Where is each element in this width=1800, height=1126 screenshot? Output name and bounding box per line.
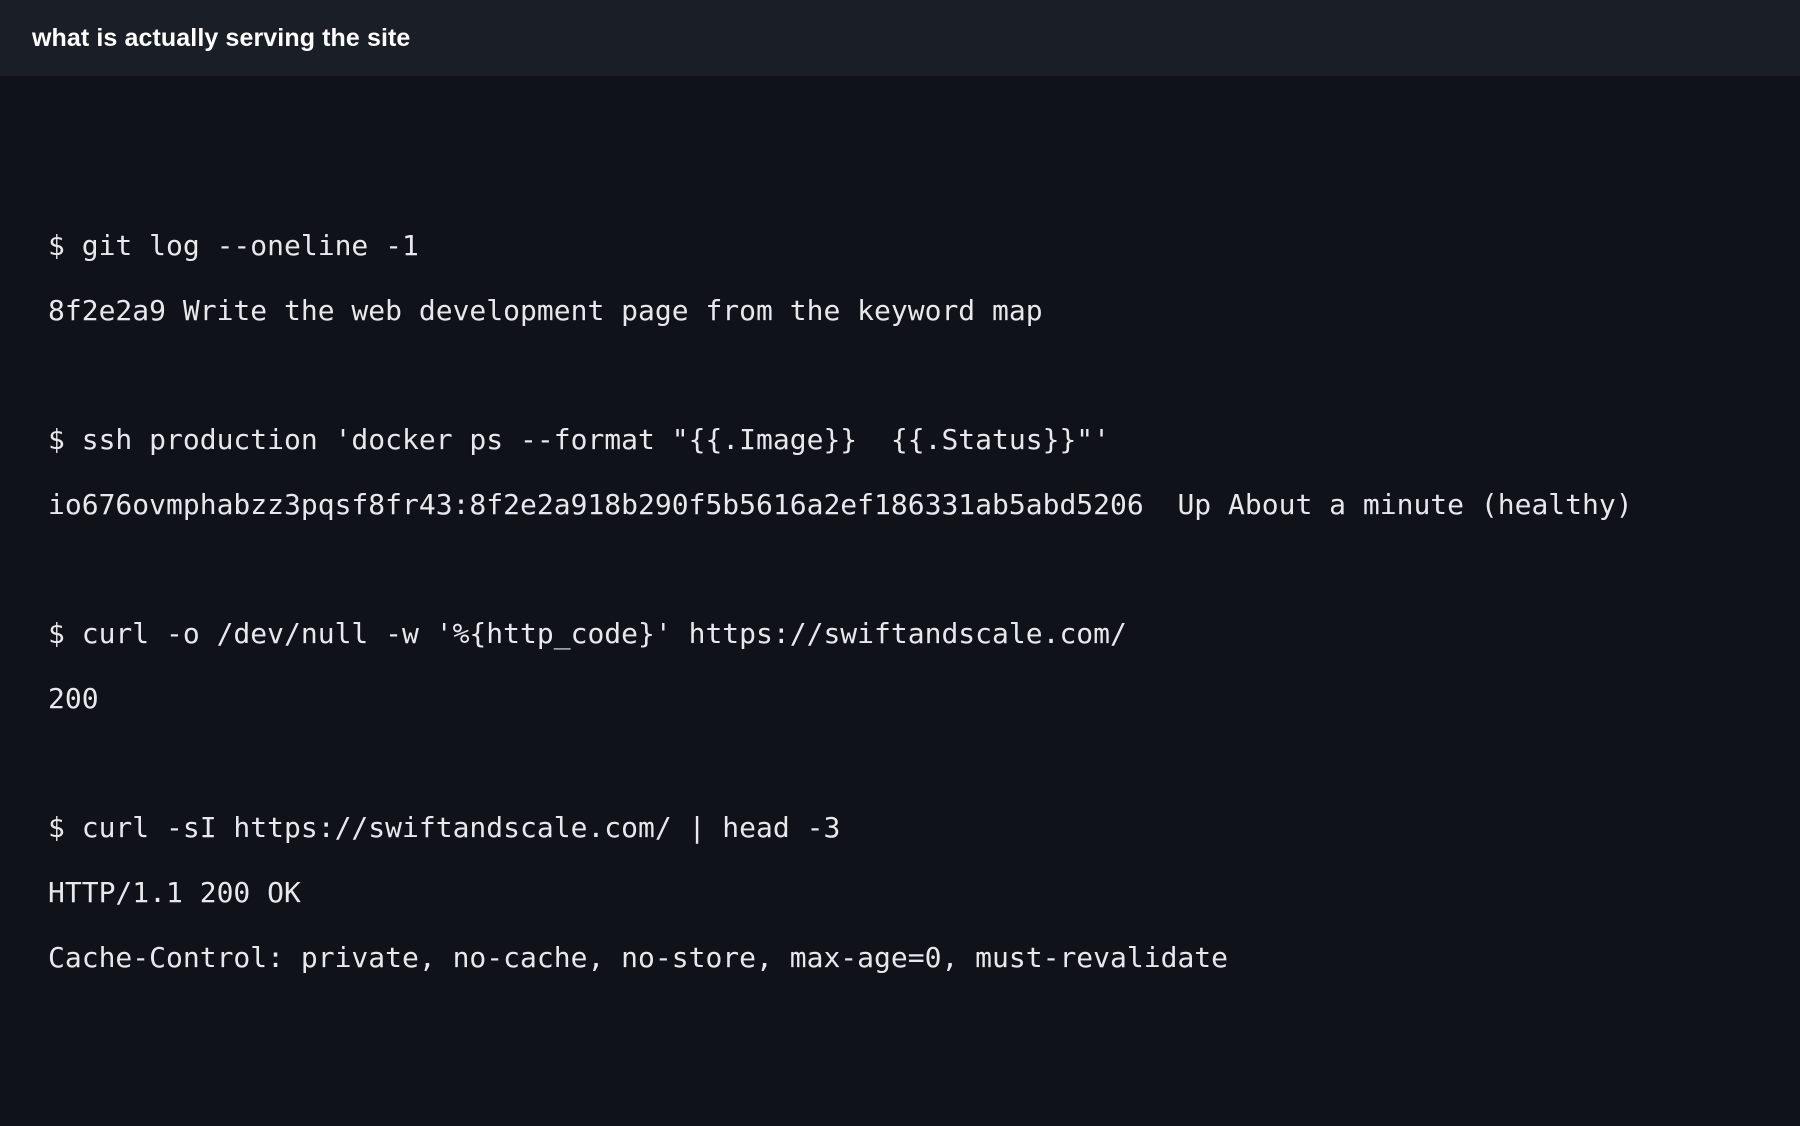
command-line: $ ssh production 'docker ps --format "{{…: [48, 423, 1111, 456]
output-line: HTTP/1.1 200 OK: [48, 876, 301, 909]
terminal-window: what is actually serving the site $ git …: [0, 0, 1800, 1126]
output-line: 200: [48, 682, 99, 715]
command-line: $ git log --oneline -1: [48, 229, 419, 262]
command-line: $ curl -sI https://swiftandscale.com/ | …: [48, 811, 841, 844]
window-title: what is actually serving the site: [32, 23, 411, 52]
output-line: 8f2e2a9 Write the web development page f…: [48, 294, 1043, 327]
window-titlebar: what is actually serving the site: [0, 0, 1800, 76]
command-line: $ curl -o /dev/null -w '%{http_code}' ht…: [48, 617, 1127, 650]
terminal-output[interactable]: $ git log --oneline -1 8f2e2a9 Write the…: [0, 76, 1800, 990]
output-line: Cache-Control: private, no-cache, no-sto…: [48, 941, 1229, 974]
output-line: io676ovmphabzz3pqsf8fr43:8f2e2a918b290f5…: [48, 488, 1633, 521]
